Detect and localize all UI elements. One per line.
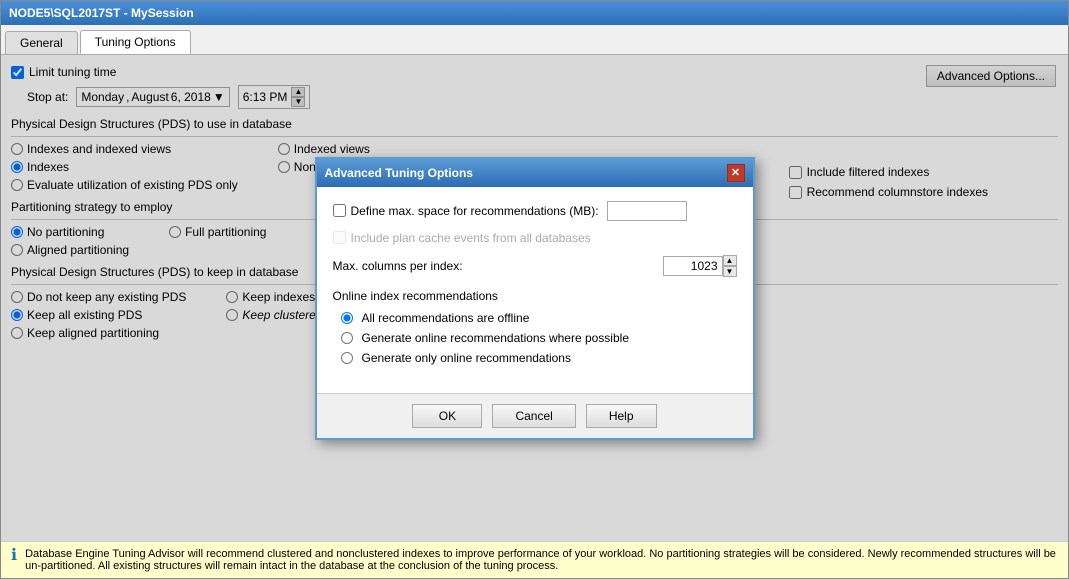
modal-ok-button[interactable]: OK	[412, 404, 482, 428]
tab-tuning-options[interactable]: Tuning Options	[80, 30, 191, 54]
info-icon: ℹ	[11, 548, 17, 564]
online-index-section-label: Online index recommendations	[333, 289, 737, 303]
modal-titlebar: Advanced Tuning Options ✕	[317, 159, 753, 187]
max-columns-row: Max. columns per index: 1023 ▲ ▼	[333, 255, 737, 277]
description-section: ℹ Database Engine Tuning Advisor will re…	[1, 541, 1068, 578]
include-plan-cache-checkbox	[333, 231, 346, 244]
window-titlebar: NODE5\SQL2017ST - MySession	[1, 1, 1068, 25]
online-option-where-possible[interactable]: Generate online recommendations where po…	[341, 331, 737, 345]
max-columns-down-arrow[interactable]: ▼	[723, 266, 737, 277]
modal-cancel-button[interactable]: Cancel	[492, 404, 575, 428]
modal-body: Define max. space for recommendations (M…	[317, 187, 753, 393]
max-columns-spinner[interactable]: ▲ ▼	[723, 255, 737, 277]
main-content: Advanced Options... Limit tuning time St…	[1, 55, 1068, 541]
modal-help-button[interactable]: Help	[586, 404, 657, 428]
advanced-tuning-modal: Advanced Tuning Options ✕ Define max. sp…	[315, 157, 755, 440]
window-title: NODE5\SQL2017ST - MySession	[9, 6, 194, 20]
online-index-options: All recommendations are offline Generate…	[341, 311, 737, 365]
tab-bar: General Tuning Options	[1, 25, 1068, 55]
tab-general[interactable]: General	[5, 31, 78, 54]
define-max-space-label[interactable]: Define max. space for recommendations (M…	[333, 204, 599, 218]
modal-overlay: Advanced Tuning Options ✕ Define max. sp…	[1, 55, 1068, 541]
modal-close-button[interactable]: ✕	[727, 164, 745, 182]
modal-footer: OK Cancel Help	[317, 393, 753, 438]
online-option-only-online[interactable]: Generate only online recommendations	[341, 351, 737, 365]
modal-title: Advanced Tuning Options	[325, 166, 473, 180]
max-space-input[interactable]	[607, 201, 687, 221]
main-window: NODE5\SQL2017ST - MySession General Tuni…	[0, 0, 1069, 579]
include-plan-cache-row: Include plan cache events from all datab…	[333, 231, 737, 245]
max-columns-up-arrow[interactable]: ▲	[723, 255, 737, 266]
online-option-offline[interactable]: All recommendations are offline	[341, 311, 737, 325]
define-max-space-row: Define max. space for recommendations (M…	[333, 201, 737, 221]
define-max-space-checkbox[interactable]	[333, 204, 346, 217]
max-columns-input[interactable]: 1023	[663, 256, 723, 276]
include-plan-cache-label[interactable]: Include plan cache events from all datab…	[333, 231, 591, 245]
